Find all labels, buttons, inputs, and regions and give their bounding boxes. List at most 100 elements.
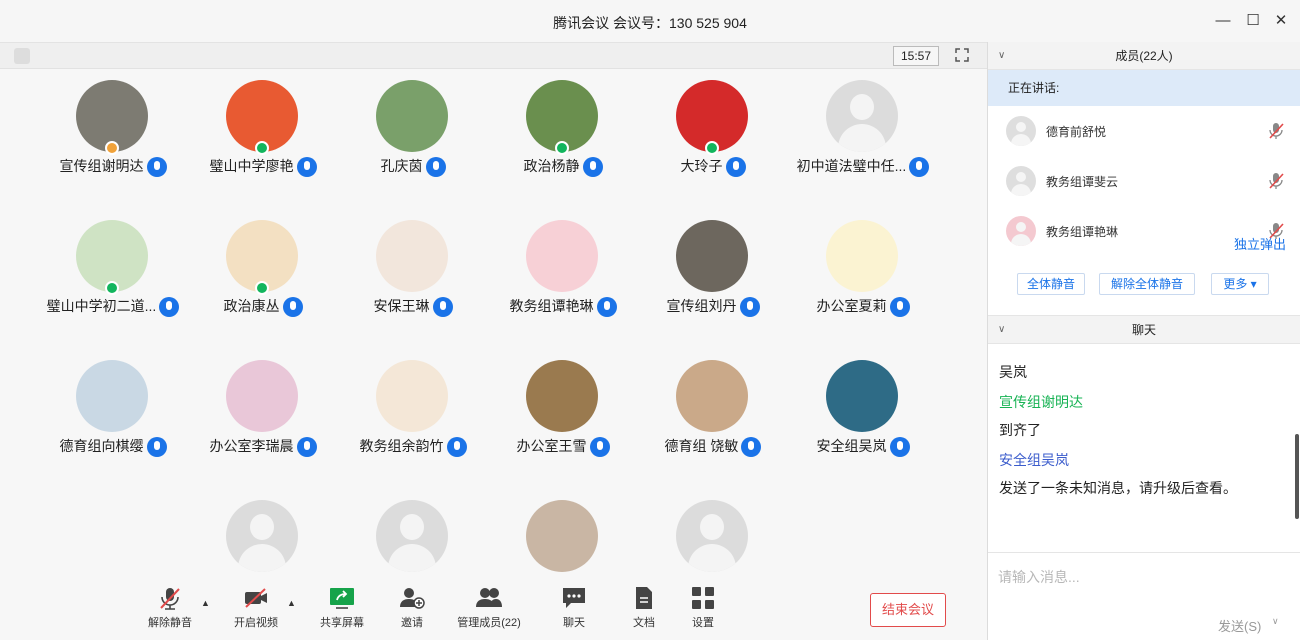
shield-icon[interactable] <box>14 48 30 64</box>
participant-name-row: 德育组 饶敏 <box>638 436 788 458</box>
chat-message: 到齐了 <box>999 422 1041 438</box>
participant-tile[interactable]: 德育组向棋缨 <box>38 350 188 470</box>
chat-scrollbar[interactable] <box>1295 434 1299 519</box>
send-button[interactable]: 发送(S) <box>1218 616 1261 635</box>
chat-input[interactable]: 请输入消息... <box>988 552 1300 620</box>
avatar <box>226 500 298 572</box>
mic-icon <box>282 297 303 318</box>
chevron-down-icon[interactable]: ∨ <box>998 42 1005 70</box>
participant-tile[interactable]: 德育组 饶敏 <box>638 350 788 470</box>
avatar <box>76 360 148 432</box>
participant-name: 教务组谭艳琳 <box>509 298 594 314</box>
participant-tile[interactable]: 办公室王雪 <box>488 350 638 470</box>
participant-tile[interactable]: 宣传组谢明达 <box>38 70 188 190</box>
participant-name: 政治杨静 <box>523 158 580 174</box>
member-name: 教务组谭斐云 <box>1046 175 1119 189</box>
members-icon <box>476 588 502 607</box>
unmute-all-button[interactable]: 解除全体静音 <box>1099 273 1195 295</box>
fullscreen-icon[interactable] <box>955 48 969 62</box>
chat-button[interactable]: 聊天 <box>557 586 591 630</box>
participant-name: 教务组余韵竹 <box>359 438 444 454</box>
avatar <box>826 80 898 152</box>
participant-tile[interactable]: 初中道法璧中任... <box>788 70 938 190</box>
settings-button[interactable]: 设置 <box>686 586 720 630</box>
participant-name-row: 办公室王雪 <box>488 436 638 458</box>
video-options-caret[interactable]: ▲ <box>287 598 296 608</box>
members-header-label: 成员(22人) <box>1115 49 1173 63</box>
mic-muted-icon[interactable] <box>1267 122 1285 140</box>
avatar <box>226 360 298 432</box>
share-screen-icon <box>330 588 354 609</box>
member-list-item[interactable]: 教务组谭斐云 <box>988 156 1300 206</box>
chat-header[interactable]: ∨ 聊天 <box>988 316 1300 344</box>
chevron-down-icon[interactable]: ∨ <box>998 316 1005 344</box>
participant-name-row: 安保王琳 <box>338 296 488 318</box>
minimize-button[interactable]: — <box>1214 12 1232 30</box>
maximize-button[interactable]: ☐ <box>1244 12 1262 30</box>
participant-name-row: 宣传组刘丹 <box>638 296 788 318</box>
member-actions: 全体静音 解除全体静音 更多 ▾ <box>988 256 1300 316</box>
member-list-item[interactable]: 德育前舒悦 <box>988 106 1300 156</box>
avatar <box>376 360 448 432</box>
mute-all-button[interactable]: 全体静音 <box>1017 273 1085 295</box>
participant-tile[interactable]: 教务组余韵竹 <box>338 350 488 470</box>
participant-name-row: 安全组吴岚 <box>788 436 938 458</box>
mic-icon <box>446 437 467 458</box>
participant-tile[interactable]: 办公室夏莉 <box>788 210 938 330</box>
chat-icon <box>563 588 585 608</box>
popout-chat-link[interactable]: 独立弹出 <box>1234 234 1286 253</box>
participant-tile[interactable]: 璧山中学初二道... <box>38 210 188 330</box>
participant-name-row: 办公室夏莉 <box>788 296 938 318</box>
add-user-icon <box>400 588 425 609</box>
title-bar: 腾讯会议 会议号：130 525 904 — ☐ ✕ <box>0 0 1300 42</box>
audio-options-caret[interactable]: ▲ <box>201 598 210 608</box>
invite-label: 邀请 <box>401 617 423 629</box>
participant-tile[interactable]: 办公室李瑞晨 <box>188 350 338 470</box>
participant-tile[interactable]: 教务组谭艳琳 <box>488 210 638 330</box>
participant-name-row: 初中道法璧中任... <box>788 156 938 178</box>
mic-icon <box>146 437 167 458</box>
invite-button[interactable]: 邀请 <box>395 586 429 630</box>
participant-tile[interactable]: 政治康丛 <box>188 210 338 330</box>
manage-members-label: 管理成员(22) <box>457 617 521 629</box>
participant-name-row: 政治杨静 <box>488 156 638 178</box>
avatar <box>826 360 898 432</box>
more-button[interactable]: 更多 ▾ <box>1211 273 1269 295</box>
participant-name-row: 璧山中学廖艳 <box>188 156 338 178</box>
avatar <box>676 220 748 292</box>
participant-name: 安全组吴岚 <box>816 438 887 454</box>
docs-button[interactable]: 文档 <box>627 586 661 630</box>
send-options-caret[interactable]: ∨ <box>1272 616 1279 627</box>
end-meeting-button[interactable]: 结束会议 <box>870 593 946 627</box>
avatar <box>1006 116 1036 146</box>
members-header[interactable]: ∨ 成员(22人) <box>988 42 1300 70</box>
start-video-button[interactable]: 开启视频 <box>232 586 280 630</box>
avatar <box>526 360 598 432</box>
participant-tile[interactable]: 安全组吴岚 <box>788 350 938 470</box>
participant-tile[interactable]: 安保王琳 <box>338 210 488 330</box>
host-badge-icon <box>555 141 569 155</box>
mic-icon <box>425 157 446 178</box>
participant-tile[interactable]: 政治杨静 <box>488 70 638 190</box>
participant-name: 大玲子 <box>680 158 723 174</box>
participant-name: 璧山中学初二道... <box>46 298 157 314</box>
mic-muted-icon[interactable] <box>1267 172 1285 190</box>
unmute-button[interactable]: 解除静音 <box>146 586 194 630</box>
share-screen-button[interactable]: 共享屏幕 <box>318 586 366 630</box>
participant-tile[interactable]: 大玲子 <box>638 70 788 190</box>
manage-members-button[interactable]: 管理成员(22) <box>452 586 526 630</box>
host-badge-icon <box>105 281 119 295</box>
mic-icon <box>589 437 610 458</box>
mic-icon <box>296 157 317 178</box>
member-name: 教务组谭艳琳 <box>1046 225 1119 239</box>
participant-tile[interactable]: 璧山中学廖艳 <box>188 70 338 190</box>
avatar <box>1006 166 1036 196</box>
host-badge-icon <box>255 281 269 295</box>
close-button[interactable]: ✕ <box>1272 12 1290 30</box>
avatar <box>376 80 448 152</box>
participant-name: 安保王琳 <box>373 298 430 314</box>
avatar <box>676 360 748 432</box>
participant-tile[interactable]: 宣传组刘丹 <box>638 210 788 330</box>
participant-tile[interactable]: 孔庆茵 <box>338 70 488 190</box>
chat-label: 聊天 <box>563 617 585 629</box>
